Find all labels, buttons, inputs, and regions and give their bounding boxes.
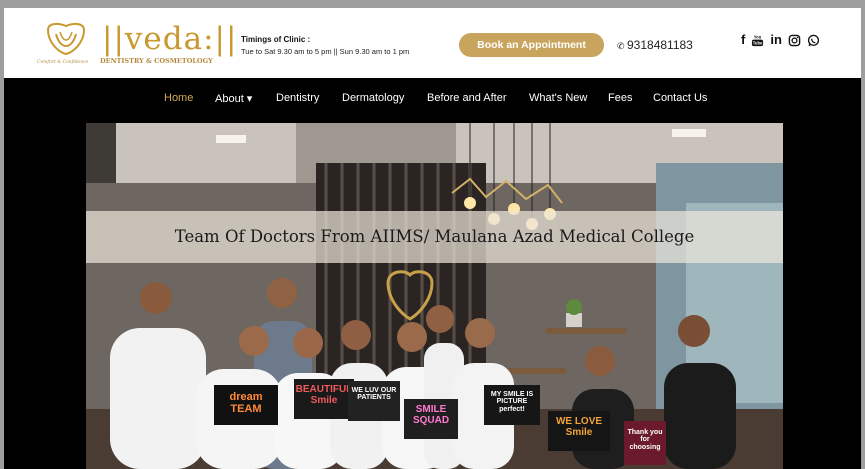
- nav-before-after[interactable]: Before and After: [427, 92, 507, 104]
- sign-picture-perfect: MY SMILE IS PICTURE perfect!: [484, 385, 540, 425]
- hero-caption: Team Of Doctors From AIIMS/ Maulana Azad…: [174, 227, 695, 246]
- phone-link[interactable]: ✆ 9318481183: [617, 38, 693, 52]
- timings-text: Tue to Sat 9.30 am to 5 pm || Sun 9.30 a…: [241, 47, 410, 56]
- nav-dentistry[interactable]: Dentistry: [276, 92, 319, 104]
- nav-about[interactable]: About ▾: [215, 92, 252, 105]
- hero-slider[interactable]: Team Of Doctors From AIIMS/ Maulana Azad…: [86, 123, 783, 469]
- browser-page: Comfort & Confidence ||veda:|| DENTISTRY…: [4, 8, 861, 469]
- nav-dermatology[interactable]: Dermatology: [342, 92, 404, 104]
- sign-we-luv-our-patients: WE LUV OUR PATIENTS: [348, 381, 400, 421]
- logo-subtitle: DENTISTRY & COSMETOLOGY: [100, 57, 213, 65]
- nav-contact-us[interactable]: Contact Us: [653, 92, 707, 104]
- nav-home[interactable]: Home: [164, 92, 193, 104]
- svg-text:You: You: [754, 34, 762, 39]
- nav-fees[interactable]: Fees: [608, 92, 632, 104]
- instagram-icon[interactable]: [788, 34, 801, 47]
- sign-dream-team: dream TEAM: [214, 385, 278, 425]
- sign-smile-squad: SMILE SQUAD: [404, 399, 458, 439]
- nav-whats-new[interactable]: What's New: [529, 92, 587, 104]
- sign-we-love-smile: WE LOVE Smile: [548, 411, 610, 451]
- tooth-logo-icon[interactable]: [44, 22, 88, 56]
- book-appointment-button[interactable]: Book an Appointment: [459, 33, 604, 57]
- sign-beautiful-smile: BEAUTIFUL Smile: [294, 379, 354, 419]
- phone-icon: ✆: [617, 41, 625, 51]
- whatsapp-icon[interactable]: [807, 34, 820, 47]
- logo-tagline: Comfort & Confidence: [37, 60, 89, 65]
- youtube-icon[interactable]: You Tube: [751, 34, 764, 47]
- site-header: Comfort & Confidence ||veda:|| DENTISTRY…: [4, 8, 861, 78]
- linkedin-icon[interactable]: in: [770, 32, 782, 48]
- svg-text:Tube: Tube: [753, 40, 763, 45]
- timings-title: Timings of Clinic :: [241, 35, 311, 44]
- facebook-icon[interactable]: f: [741, 32, 745, 48]
- phone-number: 9318481183: [627, 38, 693, 52]
- sign-thank-you: Thank you for choosing: [624, 421, 666, 465]
- logo-name[interactable]: ||veda:||: [102, 22, 237, 56]
- main-navigation: Home About ▾ Dentistry Dermatology Befor…: [4, 78, 861, 119]
- social-links: f You Tube in: [741, 32, 820, 48]
